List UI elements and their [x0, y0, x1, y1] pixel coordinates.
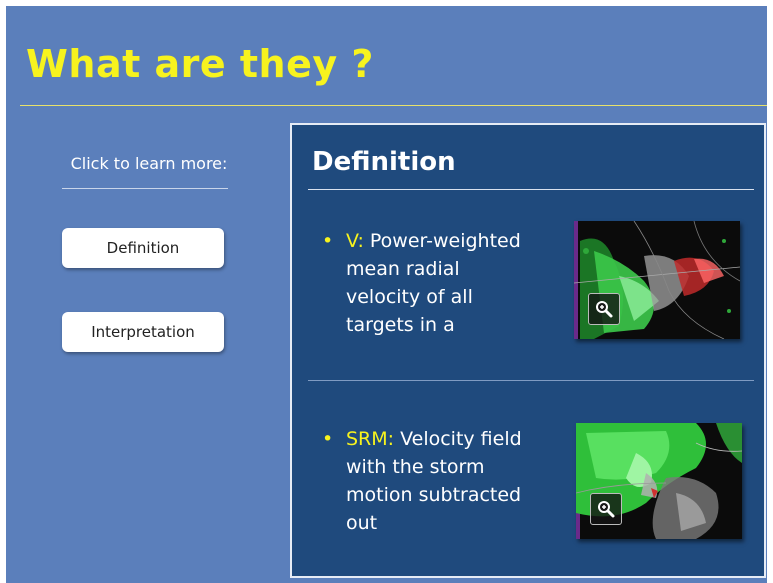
storm-relative-motion-image[interactable]	[576, 423, 742, 539]
zoom-in-icon[interactable]	[588, 293, 620, 325]
bullet-key: V:	[346, 230, 364, 252]
slide: What are they ? Click to learn more: Def…	[6, 6, 767, 583]
panel-title-divider	[308, 189, 754, 190]
radar-velocity-image[interactable]	[574, 221, 740, 339]
bullet-dot-icon: •	[322, 230, 334, 252]
slide-title: What are they ?	[26, 42, 374, 86]
bullet-dot-icon: •	[322, 428, 334, 450]
definition-panel: Definition • V: Power-weighted mean radi…	[290, 123, 766, 578]
bullet-description: Power-weighted mean radial velocity of a…	[346, 230, 521, 336]
bullet-text: SRM: Velocity field with the storm motio…	[346, 425, 522, 537]
title-divider	[20, 105, 767, 106]
bullet-item-v: • V: Power-weighted mean radial velocity…	[322, 227, 522, 342]
label-divider	[62, 188, 228, 189]
interpretation-button[interactable]: Interpretation	[62, 312, 224, 352]
panel-title: Definition	[312, 147, 456, 177]
bullet-text: V: Power-weighted mean radial velocity o…	[346, 227, 522, 342]
zoom-in-icon[interactable]	[590, 493, 622, 525]
definition-button[interactable]: Definition	[62, 228, 224, 268]
bullet-item-srm: • SRM: Velocity field with the storm mot…	[322, 425, 522, 540]
section-divider	[308, 380, 754, 381]
bullet-key: SRM:	[346, 428, 395, 450]
click-to-learn-label: Click to learn more:	[70, 154, 228, 173]
